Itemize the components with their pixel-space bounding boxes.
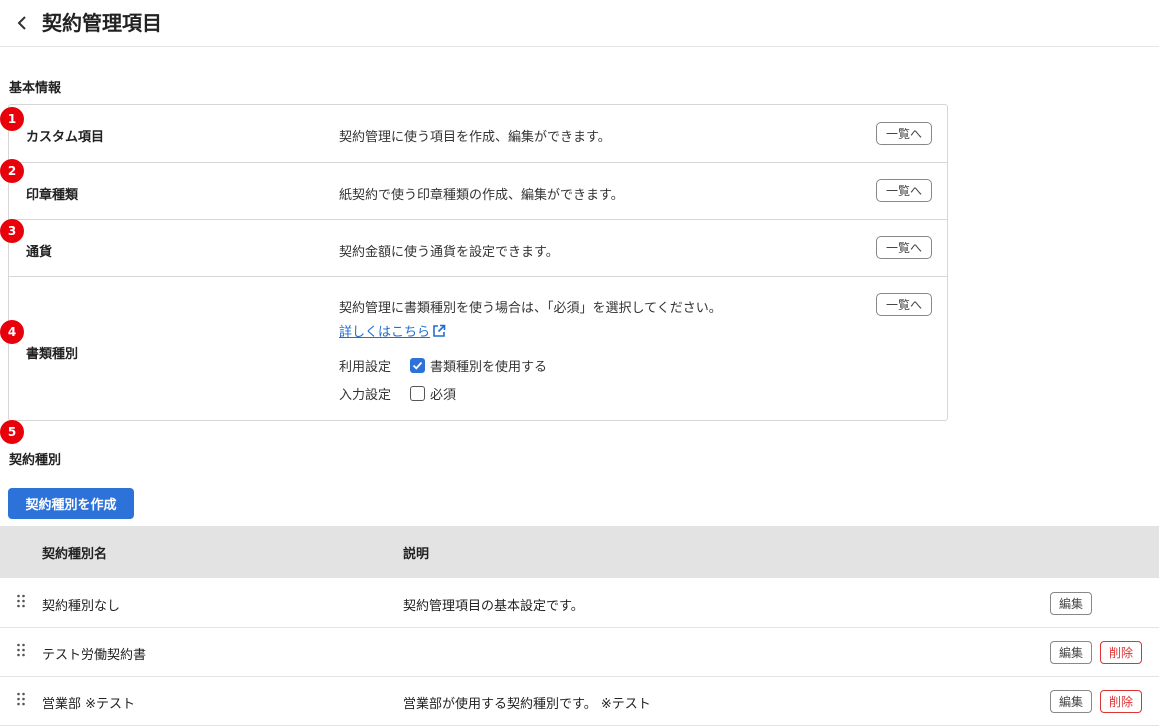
contract-type-description: 契約管理項目の基本設定です。	[403, 599, 584, 614]
marker-badge-2: 2	[0, 159, 24, 183]
contract-type-name: 営業部 ※テスト	[42, 697, 136, 712]
back-button[interactable]	[10, 10, 34, 36]
row-description: 契約管理に書類種別を使う場合は、「必須」を選択してください。	[339, 301, 722, 316]
drag-handle-icon[interactable]	[16, 594, 26, 608]
row-label: 印章種類	[26, 188, 79, 203]
contract-type-description: 営業部が使用する契約種別です。 ※テスト	[403, 697, 651, 712]
row-description: 紙契約で使う印章種類の作成、編集ができます。	[339, 188, 624, 203]
drag-handle-icon[interactable]	[16, 692, 26, 706]
input-setting: 入力設定 必須	[339, 384, 456, 403]
create-contract-type-button[interactable]: 契約種別を作成	[8, 488, 134, 519]
row-description: 契約管理に使う項目を作成、編集ができます。	[339, 130, 611, 145]
column-header-description: 説明	[403, 547, 430, 562]
currency-list-button[interactable]: 一覧へ	[876, 236, 932, 259]
section-title-basic-info: 基本情報	[9, 81, 62, 96]
learn-more-link[interactable]: 詳しくはこちら	[339, 321, 446, 340]
edit-button[interactable]: 編集	[1050, 592, 1092, 615]
delete-button[interactable]: 削除	[1100, 690, 1142, 713]
row-label: カスタム項目	[26, 130, 105, 145]
basic-info-panel: カスタム項目 契約管理に使う項目を作成、編集ができます。 一覧へ 印章種類 紙契…	[8, 104, 948, 421]
delete-button[interactable]: 削除	[1100, 641, 1142, 664]
chevron-left-icon	[17, 16, 26, 30]
required-label: 必須	[430, 388, 457, 403]
table-row: 営業部 ※テスト 営業部が使用する契約種別です。 ※テスト 編集 削除	[0, 677, 1159, 726]
usage-setting: 利用設定 書類種別を使用する	[339, 356, 547, 375]
drag-handle-icon[interactable]	[16, 643, 26, 657]
page-header: 契約管理項目	[0, 0, 1159, 47]
edit-button[interactable]: 編集	[1050, 690, 1092, 713]
settings-row-custom-fields: カスタム項目 契約管理に使う項目を作成、編集ができます。 一覧へ	[9, 105, 947, 163]
settings-row-currency: 通貨 契約金額に使う通貨を設定できます。 一覧へ	[9, 220, 947, 277]
input-setting-label: 入力設定	[339, 388, 392, 403]
use-document-types-checkbox[interactable]	[410, 358, 425, 373]
table-header: 契約種別名 説明	[0, 526, 1159, 578]
column-header-name: 契約種別名	[42, 547, 108, 562]
custom-fields-list-button[interactable]: 一覧へ	[876, 122, 932, 145]
seal-types-list-button[interactable]: 一覧へ	[876, 179, 932, 202]
row-description: 契約金額に使う通貨を設定できます。	[339, 245, 559, 260]
use-document-types-label: 書類種別を使用する	[430, 360, 548, 375]
checkmark-icon	[412, 361, 423, 370]
marker-badge-1: 1	[0, 107, 24, 131]
external-link-icon	[433, 324, 446, 337]
marker-badge-5: 5	[0, 420, 24, 444]
table-row: 契約種別なし 契約管理項目の基本設定です。 編集	[0, 579, 1159, 628]
contract-type-name: テスト労働契約書	[42, 648, 147, 663]
contract-type-name: 契約種別なし	[42, 599, 121, 614]
settings-row-document-types: 書類種別 契約管理に書類種別を使う場合は、「必須」を選択してください。 一覧へ …	[9, 277, 947, 420]
section-title-contract-types: 契約種別	[9, 453, 62, 468]
document-types-list-button[interactable]: 一覧へ	[876, 293, 932, 316]
required-checkbox[interactable]	[410, 386, 425, 401]
page-title: 契約管理項目	[42, 11, 162, 35]
row-label: 書類種別	[26, 347, 79, 362]
usage-setting-label: 利用設定	[339, 360, 392, 375]
row-label: 通貨	[26, 245, 53, 260]
edit-button[interactable]: 編集	[1050, 641, 1092, 664]
settings-row-seal-types: 印章種類 紙契約で使う印章種類の作成、編集ができます。 一覧へ	[9, 163, 947, 220]
table-row: テスト労働契約書 編集 削除	[0, 628, 1159, 677]
marker-badge-4: 4	[0, 320, 24, 344]
learn-more-link-text: 詳しくはこちら	[339, 325, 431, 340]
marker-badge-3: 3	[0, 219, 24, 243]
